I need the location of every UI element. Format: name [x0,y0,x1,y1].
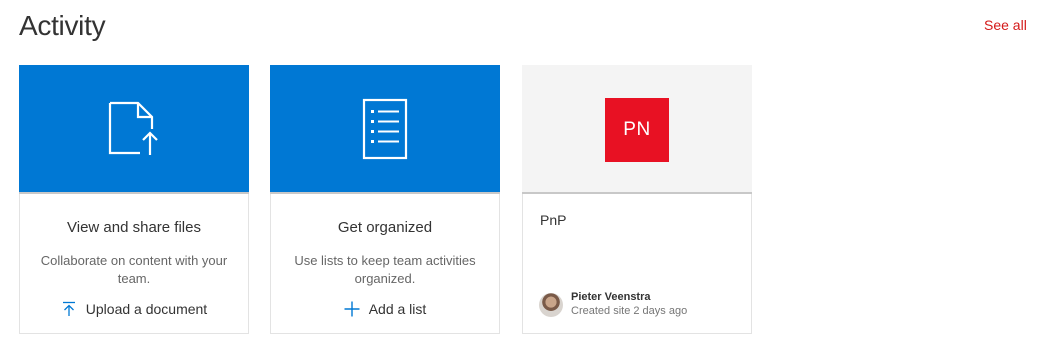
site-logo: PN [605,98,669,162]
list-document-icon [362,98,408,159]
plus-icon [344,301,360,317]
add-list-button[interactable]: Add a list [271,301,499,317]
upload-document-button[interactable]: Upload a document [20,301,248,317]
page-title: Activity [19,10,106,41]
author-info: Pieter Veenstra Created site 2 days ago [539,291,687,318]
card-view-and-share-files[interactable]: View and share files Collaborate on cont… [19,65,249,334]
author-name: Pieter Veenstra [571,291,651,303]
site-name: PnP [540,212,567,228]
action-label: Upload a document [85,301,208,317]
card-description: Use lists to keep team activities organi… [294,253,476,286]
upload-arrow-icon [62,301,75,316]
avatar [539,292,563,317]
card-description: Collaborate on content with your team. [40,253,228,286]
card-site-pnp[interactable]: PN PnP Pieter Veenstra Created site 2 da… [522,65,752,334]
card-hero [270,65,500,194]
document-upload-icon [108,101,158,155]
card-title: Get organized [337,219,433,236]
author-meta: Created site 2 days ago [571,305,688,317]
card-hero: PN [522,65,752,194]
card-get-organized[interactable]: Get organized Use lists to keep team act… [270,65,500,334]
card-title: View and share files [67,219,201,236]
card-hero [19,65,249,194]
see-all-link[interactable]: See all [984,17,1027,33]
action-label: Add a list [368,301,427,317]
